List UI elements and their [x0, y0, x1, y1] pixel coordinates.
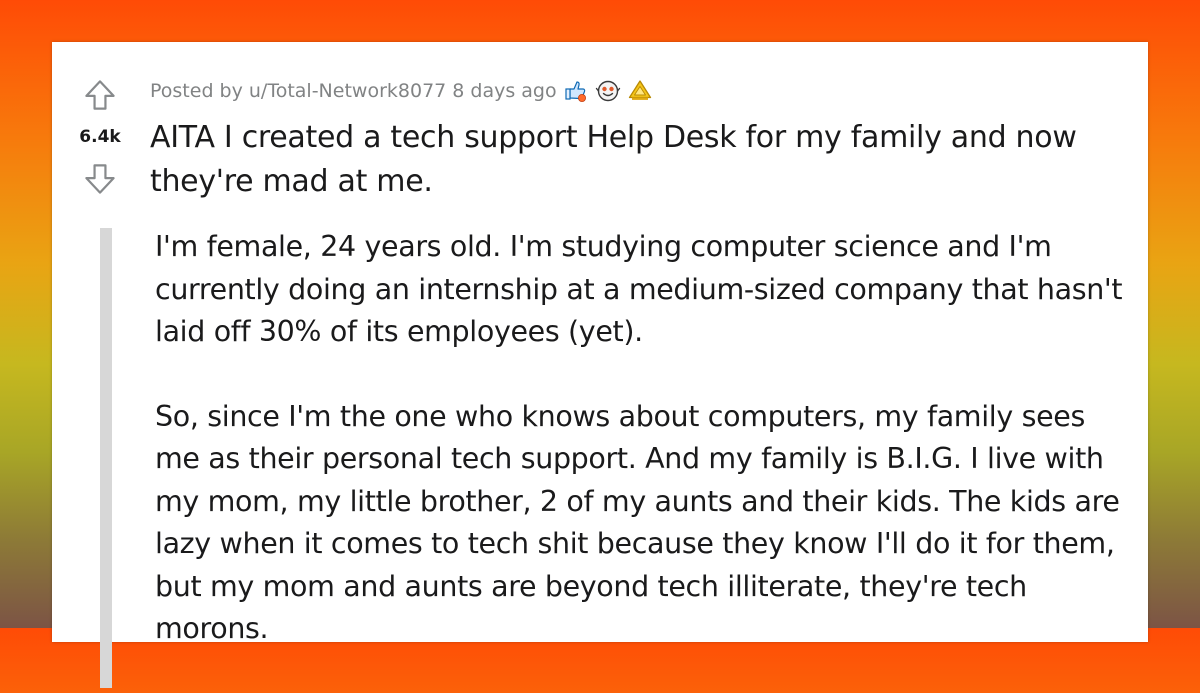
downvote-arrow-icon: [85, 164, 115, 194]
gold-award-icon[interactable]: [627, 78, 653, 104]
vote-score: 6.4k: [79, 127, 121, 147]
post-meta: Posted by u/Total-Network8077 8 days ago: [150, 78, 653, 104]
body-paragraph: I'm female, 24 years old. I'm studying c…: [155, 230, 1123, 348]
post-title[interactable]: AITA I created a tech support Help Desk …: [150, 116, 1130, 204]
posted-by-author-link[interactable]: Posted by u/Total-Network8077: [150, 80, 446, 102]
post-timestamp[interactable]: 8 days ago: [452, 80, 556, 102]
quote-bar: [100, 228, 112, 688]
body-paragraph: So, since I'm the one who knows about co…: [155, 399, 1120, 646]
wholesome-award-icon[interactable]: [595, 78, 621, 104]
post-body: I'm female, 24 years old. I'm studying c…: [155, 226, 1135, 693]
upvote-button[interactable]: [80, 75, 120, 115]
downvote-button[interactable]: [80, 159, 120, 199]
upvote-arrow-icon: [85, 80, 115, 110]
helpful-award-icon[interactable]: [563, 78, 589, 104]
post-card: 6.4k Posted by u/Total-Network8077 8 day…: [52, 42, 1148, 688]
